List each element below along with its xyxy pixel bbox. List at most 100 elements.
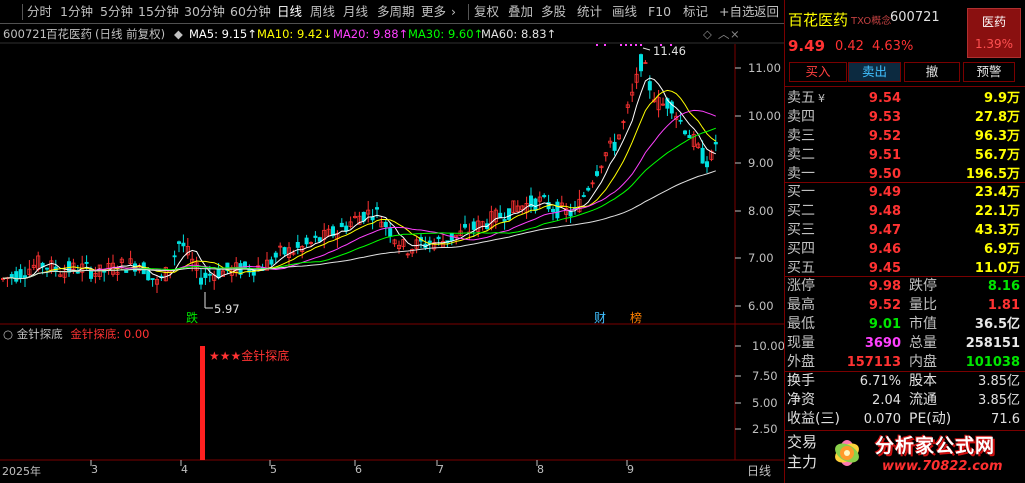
row-price: 9.52 bbox=[868, 129, 901, 144]
row-price: 9.48 bbox=[868, 204, 901, 219]
finance-label: PE(动) bbox=[909, 411, 952, 427]
date-tick: 9 bbox=[627, 463, 634, 476]
signal-dot bbox=[670, 44, 672, 46]
candle-body bbox=[203, 272, 208, 278]
stat-row: 外盘 157113 内盘 101038 bbox=[785, 353, 1025, 372]
date-tick: 5 bbox=[270, 463, 277, 476]
stat-row: 现量 3690 总量 258151 bbox=[785, 334, 1025, 353]
ma20-line bbox=[2, 109, 716, 280]
candle-body bbox=[75, 271, 80, 274]
candle-body bbox=[282, 247, 287, 255]
row-volume: 23.4万 bbox=[974, 185, 1020, 200]
candle-body bbox=[150, 278, 155, 280]
finance-value: 71.6 bbox=[991, 412, 1020, 427]
signal-dot bbox=[620, 44, 622, 46]
row-price: 9.46 bbox=[868, 242, 901, 257]
row-label: 买一 bbox=[787, 184, 815, 200]
stat-row: 最低 9.01 市值 36.5亿 bbox=[785, 315, 1025, 334]
trade-button-3[interactable]: 预警 bbox=[963, 62, 1015, 82]
concept-tag[interactable]: TXO概念 bbox=[851, 12, 891, 27]
row-label: 卖五 bbox=[787, 90, 815, 106]
candle-body bbox=[176, 241, 181, 244]
trade-button-0[interactable]: 买入 bbox=[789, 62, 847, 82]
stat-value: 9.98 bbox=[868, 279, 901, 294]
row-label: 买四 bbox=[787, 241, 815, 257]
finance-value: 3.85亿 bbox=[978, 393, 1020, 408]
ask-row[interactable]: 卖四 9.53 27.8万 bbox=[785, 108, 1025, 127]
ma5-line bbox=[2, 77, 716, 280]
row-volume: 22.1万 bbox=[974, 204, 1020, 219]
stat-value: 9.52 bbox=[868, 298, 901, 313]
candle-body bbox=[216, 269, 221, 279]
candle-body bbox=[45, 267, 50, 270]
stat-row: 涨停 9.98 跌停 8.16 bbox=[785, 277, 1025, 296]
price-change-pct: 4.63% bbox=[872, 39, 914, 54]
signal-dot bbox=[596, 44, 598, 46]
indicator-name: 金针探底 bbox=[16, 327, 63, 341]
last-price: 9.49 bbox=[788, 37, 826, 55]
finance-label: 收益(三) bbox=[787, 411, 840, 427]
row-label: 买二 bbox=[787, 203, 815, 219]
high-label: 11.46 bbox=[653, 44, 686, 58]
candle-body bbox=[383, 221, 388, 228]
high-pointer bbox=[642, 47, 651, 51]
ask-row[interactable]: 卖五 9.54 9.9万 ¥ bbox=[785, 89, 1025, 108]
candle-body bbox=[436, 236, 441, 240]
finance-label: 股本 bbox=[909, 373, 937, 389]
ma10-line bbox=[2, 89, 717, 280]
stat-label: 市值 bbox=[909, 316, 937, 332]
candle-body bbox=[146, 270, 151, 281]
candle-body bbox=[339, 222, 344, 228]
candle-body bbox=[678, 119, 683, 122]
date-tick: 2025年 bbox=[2, 465, 41, 478]
candle-body bbox=[14, 271, 19, 282]
stat-label: 现量 bbox=[787, 335, 815, 351]
signal-dot bbox=[635, 44, 637, 46]
signal-dot bbox=[640, 44, 642, 46]
date-tick: 3 bbox=[91, 463, 98, 476]
candle-body bbox=[581, 195, 586, 197]
candle-body bbox=[506, 208, 511, 220]
indicator-icon[interactable]: ○ bbox=[3, 327, 13, 341]
stat-label: 涨停 bbox=[787, 278, 815, 294]
quote-stock-code: 600721 bbox=[890, 10, 940, 25]
candle-body bbox=[304, 237, 309, 245]
indicator-tick: 10.00 bbox=[752, 339, 785, 353]
candle-body bbox=[683, 130, 688, 135]
finance-row: 收益(三) 0.070 PE(动) 71.6 bbox=[785, 410, 1025, 429]
row-volume: 43.3万 bbox=[974, 223, 1020, 238]
finance-value: 2.04 bbox=[872, 393, 901, 408]
stat-label: 总量 bbox=[909, 335, 937, 351]
bottom-tab-label: 交易 bbox=[787, 433, 818, 451]
candle-body bbox=[612, 141, 617, 151]
candle-body bbox=[713, 141, 718, 145]
row-volume: 27.8万 bbox=[974, 110, 1020, 125]
stat-label: 外盘 bbox=[787, 354, 815, 370]
candle-body bbox=[269, 259, 274, 265]
candle-body bbox=[542, 195, 547, 198]
yen-icon: ¥ bbox=[818, 92, 825, 105]
bid-row[interactable]: 买四 9.46 6.9万 bbox=[785, 240, 1025, 259]
indicator-tick: 2.50 bbox=[752, 422, 778, 436]
stat-label: 跌停 bbox=[909, 278, 937, 294]
row-volume: 6.9万 bbox=[983, 242, 1020, 257]
trade-button-1[interactable]: 卖出 bbox=[848, 62, 901, 82]
ask-row[interactable]: 卖二 9.51 56.7万 bbox=[785, 146, 1025, 165]
trade-button-2[interactable]: 撤 bbox=[904, 62, 960, 82]
bid-row[interactable]: 买二 9.48 22.1万 bbox=[785, 202, 1025, 221]
low-label: 5.97 bbox=[214, 302, 240, 316]
kline-chart[interactable]: 11.46 5.97 跌 财 榜 bbox=[0, 0, 784, 483]
date-tick: 6 bbox=[355, 463, 362, 476]
industry-change: 1.39% bbox=[974, 37, 1014, 51]
industry-button[interactable]: 医药 1.39% bbox=[967, 8, 1021, 58]
row-volume: 9.9万 bbox=[983, 91, 1020, 106]
bid-row[interactable]: 买一 9.49 23.4万 bbox=[785, 183, 1025, 202]
period-label: 日线 bbox=[747, 464, 772, 478]
stat-value: 258151 bbox=[965, 336, 1020, 351]
bid-row[interactable]: 买三 9.47 43.3万 bbox=[785, 221, 1025, 240]
candle-body bbox=[313, 235, 318, 238]
candle-body bbox=[181, 242, 186, 247]
finance-label: 流通 bbox=[909, 392, 937, 408]
indicator-tick: 5.00 bbox=[752, 396, 778, 410]
ask-row[interactable]: 卖三 9.52 96.3万 bbox=[785, 127, 1025, 146]
